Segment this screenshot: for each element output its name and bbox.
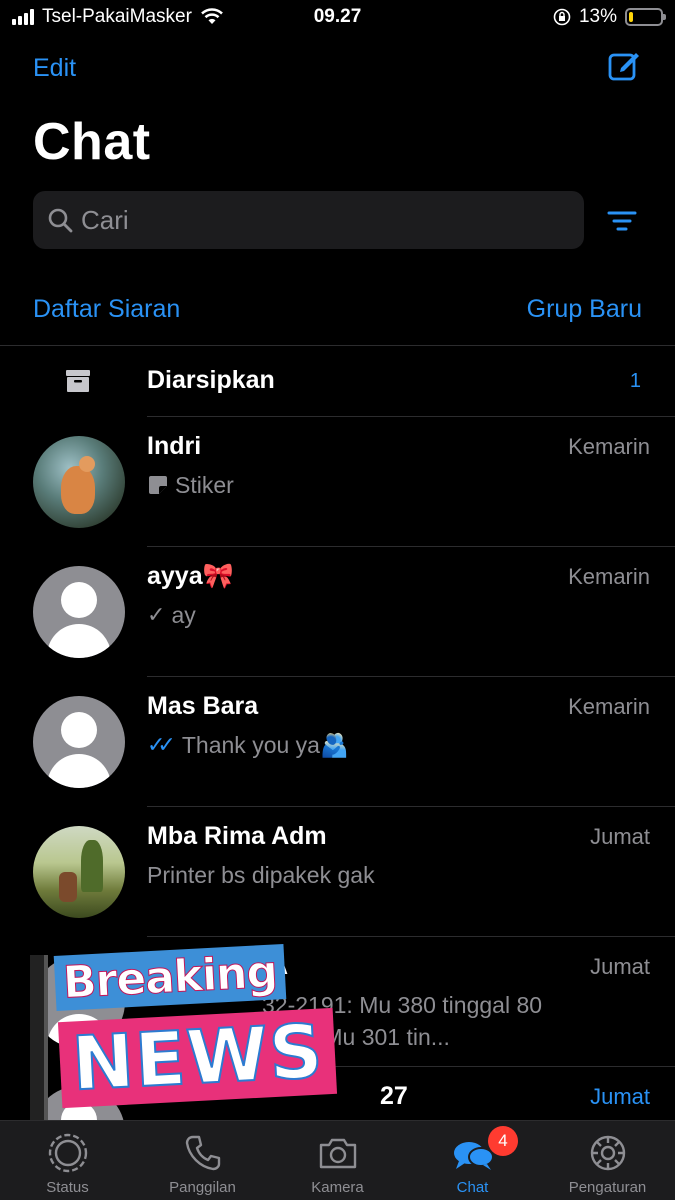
unread-badge: 4: [488, 1126, 518, 1156]
chat-time: Jumat: [590, 1084, 650, 1109]
phone-icon: [185, 1135, 220, 1171]
battery-group: 13%: [553, 6, 666, 28]
archived-count: 1: [629, 370, 641, 392]
rotation-lock-icon: [553, 8, 571, 26]
tab-bar: Status Panggilan Kamera Chat Pengaturan: [0, 1120, 675, 1200]
filter-icon[interactable]: [606, 207, 638, 235]
tab-camera[interactable]: Kamera: [270, 1121, 405, 1200]
avatar: [33, 566, 125, 658]
tab-settings[interactable]: Pengaturan: [540, 1121, 675, 1200]
chat-preview-text: Thank you ya🫂: [181, 732, 349, 758]
archived-row[interactable]: Diarsipkan 1: [0, 346, 675, 416]
chat-time: Jumat: [590, 824, 650, 849]
chat-preview-text: ay: [171, 602, 196, 628]
tab-label: Status: [46, 1179, 89, 1196]
tab-label: Kamera: [311, 1179, 364, 1196]
news-text: NEWS: [69, 1007, 327, 1108]
tab-chat[interactable]: Chat: [405, 1121, 540, 1200]
sticker-icon: [149, 476, 167, 494]
chat-row-ayya[interactable]: ayya🎀 Kemarin ✓ ay: [0, 546, 675, 676]
breaking-banner: Breaking: [53, 944, 287, 1011]
chat-preview-text: Printer bs dipakek gak: [147, 862, 375, 888]
avatar: [33, 826, 125, 918]
chat-preview-text: Stiker: [175, 472, 234, 498]
single-check-icon: ✓: [147, 602, 166, 627]
tab-label: Chat: [456, 1179, 489, 1196]
breaking-text: Breaking: [61, 946, 279, 1009]
search-icon: [48, 208, 73, 233]
status-icon: [48, 1133, 87, 1173]
archived-label: Diarsipkan: [147, 366, 275, 394]
tab-status[interactable]: Status: [0, 1121, 135, 1200]
search-placeholder: Cari: [81, 204, 129, 235]
avatar: [33, 436, 125, 528]
chat-row-mas-bara[interactable]: Mas Bara Kemarin ✓✓ Thank you ya🫂: [0, 676, 675, 806]
chat-row-indri[interactable]: Indri Kemarin Stiker: [0, 416, 675, 546]
page-title: Chat: [33, 113, 151, 171]
breaking-news-sticker: Breaking NEWS: [30, 944, 400, 1125]
news-banner: NEWS: [57, 1007, 338, 1109]
chat-preview: ✓ ay: [147, 599, 647, 631]
battery-percent: 13%: [578, 6, 617, 27]
status-bar: Tsel-PakaiMasker 09.27 13%: [0, 0, 675, 34]
chat-name: Indri: [147, 432, 202, 460]
compose-icon[interactable]: [606, 48, 642, 84]
avatar: [33, 696, 125, 788]
chat-name: Mba Rima Adm: [147, 822, 327, 850]
double-check-blue-icon: ✓✓: [147, 732, 176, 757]
chat-preview: Stiker: [147, 469, 647, 501]
tab-calls[interactable]: Panggilan: [135, 1121, 270, 1200]
sticker-pole: [30, 955, 48, 1125]
search-input[interactable]: Cari: [33, 191, 584, 249]
chat-row-mba-rima[interactable]: Mba Rima Adm Jumat Printer bs dipakek ga…: [0, 806, 675, 936]
broadcast-list-link[interactable]: Daftar Siaran: [33, 295, 180, 324]
battery-icon: [625, 8, 666, 26]
chat-time: Kemarin: [568, 434, 650, 459]
chat-name: ayya🎀: [147, 562, 234, 590]
gear-icon: [590, 1135, 625, 1171]
new-group-link[interactable]: Grup Baru: [527, 295, 642, 324]
archive-icon: [66, 370, 90, 392]
camera-icon: [319, 1138, 356, 1169]
chat-time: Kemarin: [568, 564, 650, 589]
tab-label: Pengaturan: [568, 1179, 647, 1196]
chat-time: Jumat: [590, 954, 650, 979]
edit-button[interactable]: Edit: [33, 54, 76, 83]
chat-name: Mas Bara: [147, 692, 259, 720]
chat-preview: Printer bs dipakek gak: [147, 859, 647, 891]
chat-preview: ✓✓ Thank you ya🫂: [147, 729, 647, 761]
tab-label: Panggilan: [169, 1179, 236, 1196]
chat-time: Kemarin: [568, 694, 650, 719]
